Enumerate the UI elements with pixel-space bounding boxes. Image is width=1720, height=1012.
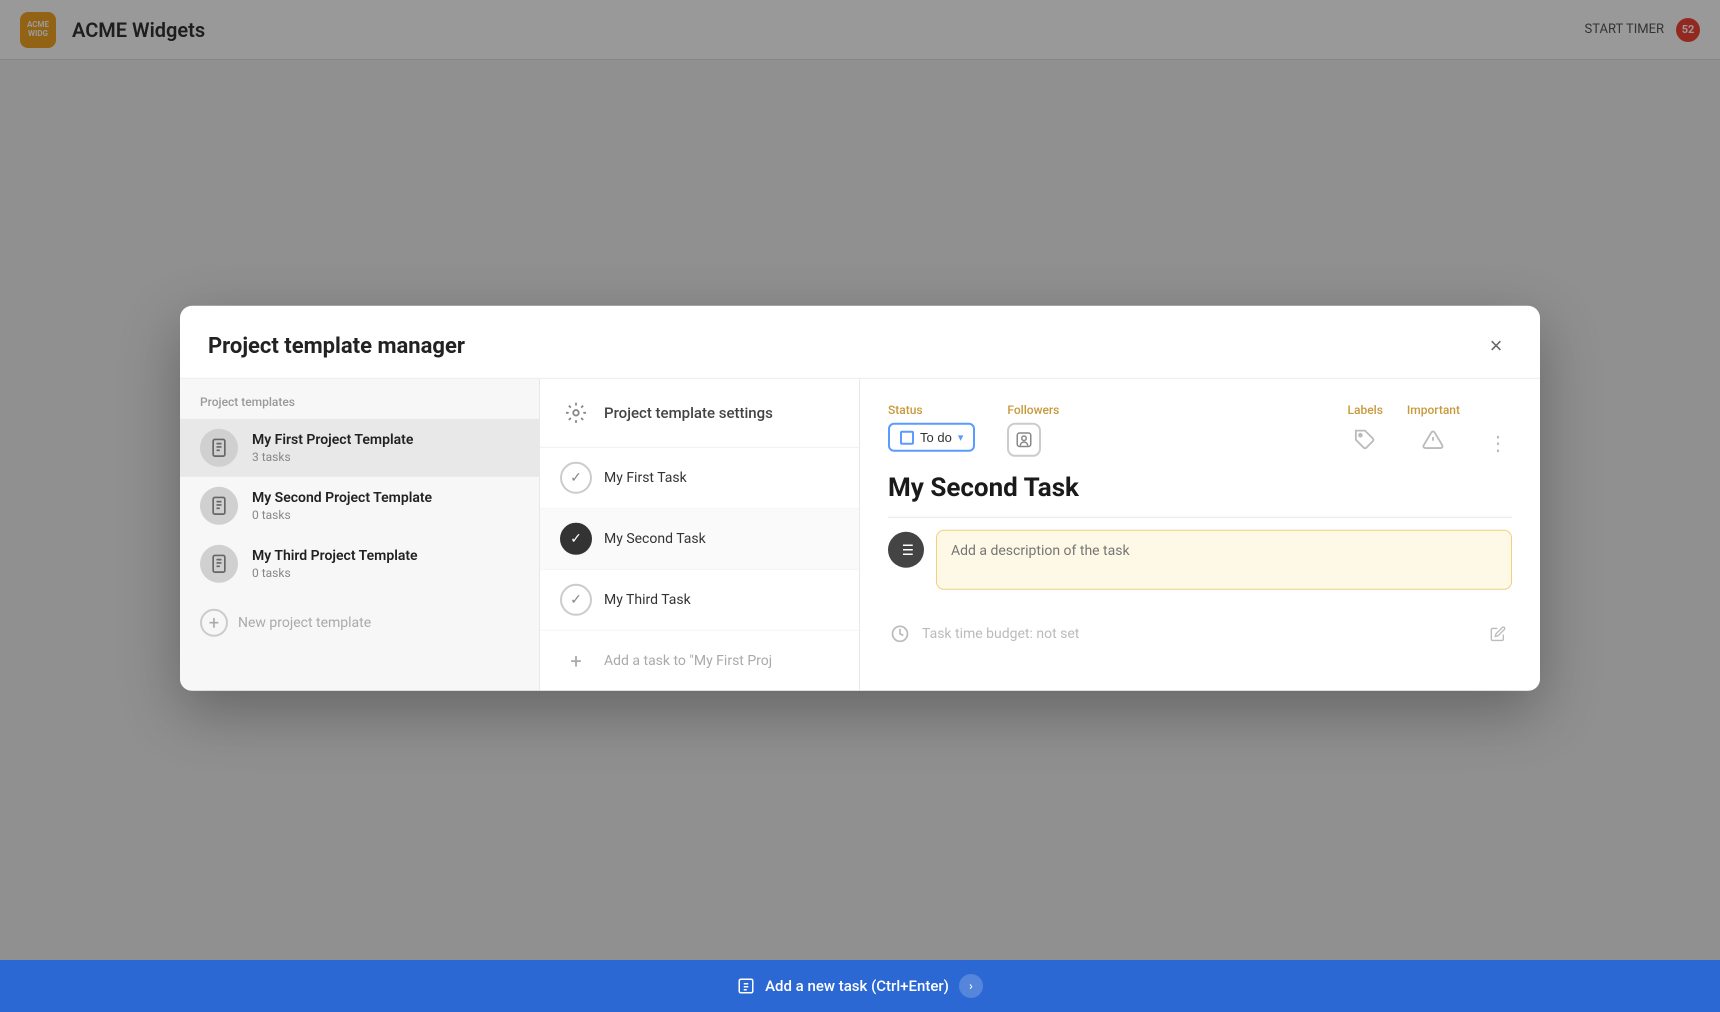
template-count-3: 0 tasks: [252, 566, 418, 580]
description-icon: [888, 532, 924, 568]
followers-group: Followers: [1007, 403, 1087, 457]
task-checkbox-2[interactable]: [560, 523, 592, 555]
new-template-label: New project template: [238, 615, 371, 631]
meta-right: Labels Important: [1348, 403, 1512, 457]
task-checkbox-1[interactable]: [560, 462, 592, 494]
task-detail-title: My Second Task: [888, 473, 1512, 518]
status-dropdown-icon: ▾: [958, 431, 964, 444]
time-budget-label: Task time budget: not set: [922, 626, 1079, 642]
status-label: Status: [888, 403, 975, 417]
task-name-3: My Third Task: [604, 592, 691, 608]
detail-meta-row: Status To do ▾ Followers: [888, 403, 1512, 457]
task-name-2: My Second Task: [604, 531, 706, 547]
status-value: To do: [920, 430, 952, 445]
section-title: Project templates: [180, 395, 539, 419]
status-square-icon: [900, 430, 914, 444]
plus-icon: +: [200, 609, 228, 637]
settings-row[interactable]: Project template settings: [540, 379, 859, 448]
task-checkbox-3[interactable]: [560, 584, 592, 616]
modal-body: Project templates My First Project Templ…: [180, 378, 1540, 691]
more-options-button[interactable]: ⋮: [1484, 429, 1512, 457]
detail-column: Status To do ▾ Followers: [860, 379, 1540, 691]
template-icon-1: [200, 429, 238, 467]
time-budget-row: Task time budget: not set: [888, 610, 1512, 658]
status-button[interactable]: To do ▾: [888, 423, 975, 452]
add-task-bar-label: Add a new task (Ctrl+Enter): [765, 977, 949, 995]
modal-title: Project template manager: [208, 333, 465, 358]
important-icon[interactable]: [1416, 423, 1450, 457]
labels-label: Labels: [1348, 403, 1383, 417]
task-row-3[interactable]: My Third Task: [540, 570, 859, 631]
settings-label: Project template settings: [604, 404, 773, 422]
followers-label: Followers: [1007, 403, 1087, 417]
close-button[interactable]: ×: [1480, 330, 1512, 362]
add-task-label: Add a task to "My First Proj: [604, 653, 772, 669]
important-group: Important: [1407, 403, 1460, 457]
description-area: [888, 530, 1512, 590]
edit-time-budget-button[interactable]: [1484, 620, 1512, 648]
modal-overlay: Project template manager × Project templ…: [0, 0, 1720, 1012]
add-task-plus-icon: +: [560, 645, 592, 677]
add-task-bar-icon: [737, 977, 755, 995]
template-icon-2: [200, 487, 238, 525]
template-icon-3: [200, 545, 238, 583]
tasks-column: Project template settings My First Task …: [540, 379, 860, 691]
template-name-1: My First Project Template: [252, 432, 413, 448]
labels-group: Labels: [1348, 403, 1383, 457]
status-group: Status To do ▾: [888, 403, 975, 452]
labels-icon[interactable]: [1348, 423, 1382, 457]
template-item-3[interactable]: My Third Project Template 0 tasks: [180, 535, 539, 593]
description-input[interactable]: [936, 530, 1512, 590]
template-item-2[interactable]: My Second Project Template 0 tasks: [180, 477, 539, 535]
template-name-3: My Third Project Template: [252, 548, 418, 564]
task-row-1[interactable]: My First Task: [540, 448, 859, 509]
templates-column: Project templates My First Project Templ…: [180, 379, 540, 691]
modal-header: Project template manager ×: [180, 306, 1540, 378]
new-template-button[interactable]: + New project template: [180, 597, 539, 649]
time-budget-icon: [888, 622, 912, 646]
add-task-bar[interactable]: Add a new task (Ctrl+Enter) ›: [0, 960, 1720, 1012]
add-task-row[interactable]: + Add a task to "My First Proj: [540, 631, 859, 691]
modal: Project template manager × Project templ…: [180, 306, 1540, 691]
template-count-1: 3 tasks: [252, 450, 413, 464]
chevron-right-icon: ›: [959, 974, 983, 998]
followers-icon[interactable]: [1007, 423, 1041, 457]
task-row-2[interactable]: My Second Task: [540, 509, 859, 570]
settings-icon: [560, 397, 592, 429]
template-item[interactable]: My First Project Template 3 tasks: [180, 419, 539, 477]
important-label: Important: [1407, 403, 1460, 417]
template-name-2: My Second Project Template: [252, 490, 432, 506]
template-count-2: 0 tasks: [252, 508, 432, 522]
task-name-1: My First Task: [604, 470, 687, 486]
